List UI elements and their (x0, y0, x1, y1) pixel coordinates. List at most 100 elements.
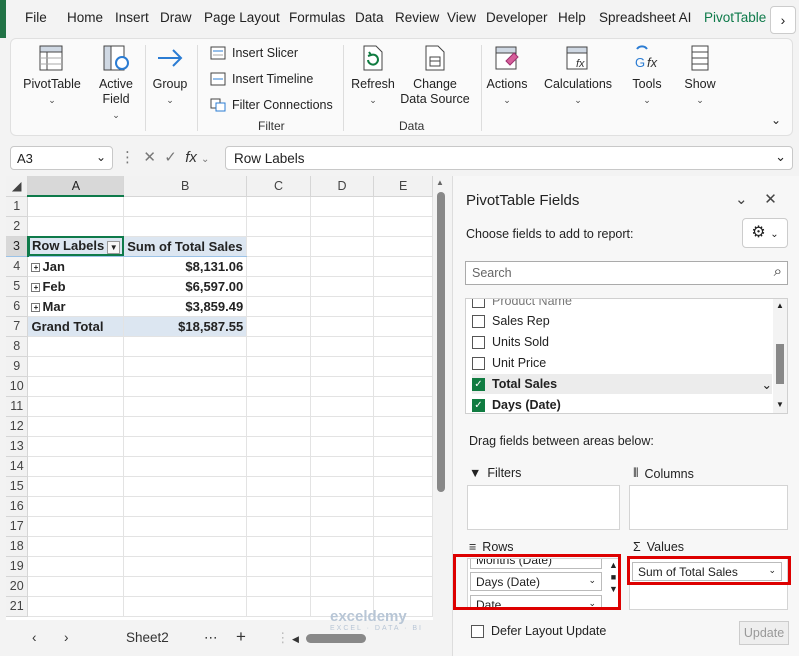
update-button[interactable]: Update (739, 621, 789, 645)
row-header[interactable]: 21 (6, 596, 29, 617)
cancel-icon[interactable]: ✕ (143, 149, 156, 166)
cell[interactable] (246, 376, 311, 397)
checkbox-checked[interactable]: ✓ (472, 377, 485, 391)
row-header[interactable]: 8 (6, 336, 29, 357)
cell[interactable] (310, 476, 375, 497)
cell[interactable] (27, 196, 125, 217)
cell[interactable] (373, 256, 433, 277)
row-header[interactable]: 19 (6, 556, 29, 577)
cell[interactable] (310, 376, 375, 397)
scroll-down-icon[interactable]: ▼ (776, 400, 784, 409)
scroll-up-icon[interactable]: ▲ (776, 301, 784, 310)
tools-button[interactable]: Gfx Tools ⌄ (623, 43, 671, 108)
cell[interactable] (310, 296, 375, 317)
cell[interactable] (246, 336, 311, 357)
cell[interactable] (246, 276, 311, 297)
cell[interactable] (123, 436, 248, 457)
cell[interactable] (123, 536, 248, 557)
cell[interactable] (246, 356, 311, 377)
field-item[interactable]: Unit Price (472, 353, 772, 373)
cell[interactable] (373, 196, 433, 217)
cell[interactable] (310, 456, 375, 477)
cell[interactable] (373, 236, 433, 257)
cell[interactable] (246, 396, 311, 417)
cell[interactable] (123, 556, 248, 577)
cell[interactable] (310, 416, 375, 437)
sum-of-total-sales-header[interactable]: Sum of Total Sales (123, 236, 248, 257)
actions-button[interactable]: Actions ⌄ (485, 43, 529, 108)
field-item[interactable]: ✓ Total Sales ⌄ (472, 374, 772, 394)
cell[interactable] (310, 336, 375, 357)
cell[interactable] (310, 196, 375, 217)
field-item[interactable]: Product Name (472, 299, 772, 311)
cell[interactable] (373, 476, 433, 497)
cell[interactable] (246, 256, 311, 277)
field-item[interactable]: Units Sold (472, 332, 772, 352)
cell[interactable] (246, 576, 311, 597)
row-labels-cell[interactable]: Row Labels ▼ (27, 236, 125, 257)
collapse-ribbon-icon[interactable]: ⌄ (771, 113, 781, 127)
spreadsheet-grid[interactable]: ◢ A B C D E 1 2 3 Row Labels ▼ Sum of Tot… (6, 176, 433, 620)
cell[interactable] (246, 216, 311, 237)
scrollbar-thumb[interactable] (776, 344, 784, 384)
cell[interactable] (373, 496, 433, 517)
add-sheet-icon[interactable]: + (236, 627, 246, 647)
pivot-label-cell[interactable]: + Jan (27, 256, 125, 277)
column-header[interactable]: C (246, 176, 311, 197)
cell[interactable] (123, 416, 248, 437)
filter-dropdown-icon[interactable]: ▼ (107, 240, 121, 254)
cell[interactable] (27, 436, 125, 457)
cell[interactable] (373, 436, 433, 457)
name-box[interactable]: A3 ⌄ (10, 146, 113, 170)
cell[interactable] (27, 356, 125, 377)
sheet-tab-active[interactable]: Sheet2 (126, 630, 169, 645)
tab-home[interactable]: Home (67, 10, 103, 25)
cell[interactable] (310, 436, 375, 457)
horizontal-scroll-thumb[interactable] (306, 634, 366, 643)
tab-file[interactable]: File (25, 10, 47, 25)
cell[interactable] (27, 556, 125, 577)
row-header[interactable]: 2 (6, 216, 29, 237)
row-header[interactable]: 16 (6, 496, 29, 517)
cell[interactable] (246, 436, 311, 457)
chevron-down-icon[interactable]: ⌄ (762, 377, 772, 392)
field-item[interactable]: ✓ Days (Date) (472, 395, 772, 413)
row-header[interactable]: 13 (6, 436, 29, 457)
tab-formulas[interactable]: Formulas (289, 10, 345, 25)
cell[interactable] (310, 356, 375, 377)
cell[interactable] (373, 456, 433, 477)
cell[interactable] (27, 456, 125, 477)
pivot-label-cell[interactable]: + Mar (27, 296, 125, 317)
tab-view[interactable]: View (447, 10, 476, 25)
cell[interactable] (373, 396, 433, 417)
cell[interactable] (246, 296, 311, 317)
active-field-button[interactable]: Active Field ⌄ (91, 43, 141, 123)
cell[interactable] (123, 496, 248, 517)
search-icon[interactable]: ⌕ (774, 263, 782, 280)
more-icon[interactable]: ⋮ (120, 149, 135, 166)
cell[interactable] (27, 536, 125, 557)
row-header[interactable]: 1 (6, 196, 29, 217)
cell[interactable] (373, 296, 433, 317)
cell[interactable] (27, 376, 125, 397)
row-header[interactable]: 20 (6, 576, 29, 597)
checkbox[interactable] (472, 314, 485, 328)
tab-review[interactable]: Review (395, 10, 439, 25)
pivot-value-cell[interactable]: $8,131.06 (123, 256, 248, 277)
cell[interactable] (310, 556, 375, 577)
cell[interactable] (246, 316, 311, 337)
vertical-scrollbar[interactable]: ▲ (433, 176, 449, 620)
cell[interactable] (373, 536, 433, 557)
change-data-source-button[interactable]: Change Data Source (397, 43, 473, 107)
grand-total-label[interactable]: Grand Total (27, 315, 125, 337)
row-header[interactable]: 7 (6, 315, 29, 337)
cell[interactable] (123, 456, 248, 477)
defer-layout-update[interactable]: Defer Layout Update (471, 624, 606, 638)
chevron-down-icon[interactable]: ⌄ (201, 154, 209, 165)
cell[interactable] (246, 456, 311, 477)
cell[interactable] (246, 536, 311, 557)
row-header[interactable]: 10 (6, 376, 29, 397)
cell[interactable] (373, 276, 433, 297)
cell[interactable] (246, 476, 311, 497)
checkbox[interactable] (472, 356, 485, 370)
